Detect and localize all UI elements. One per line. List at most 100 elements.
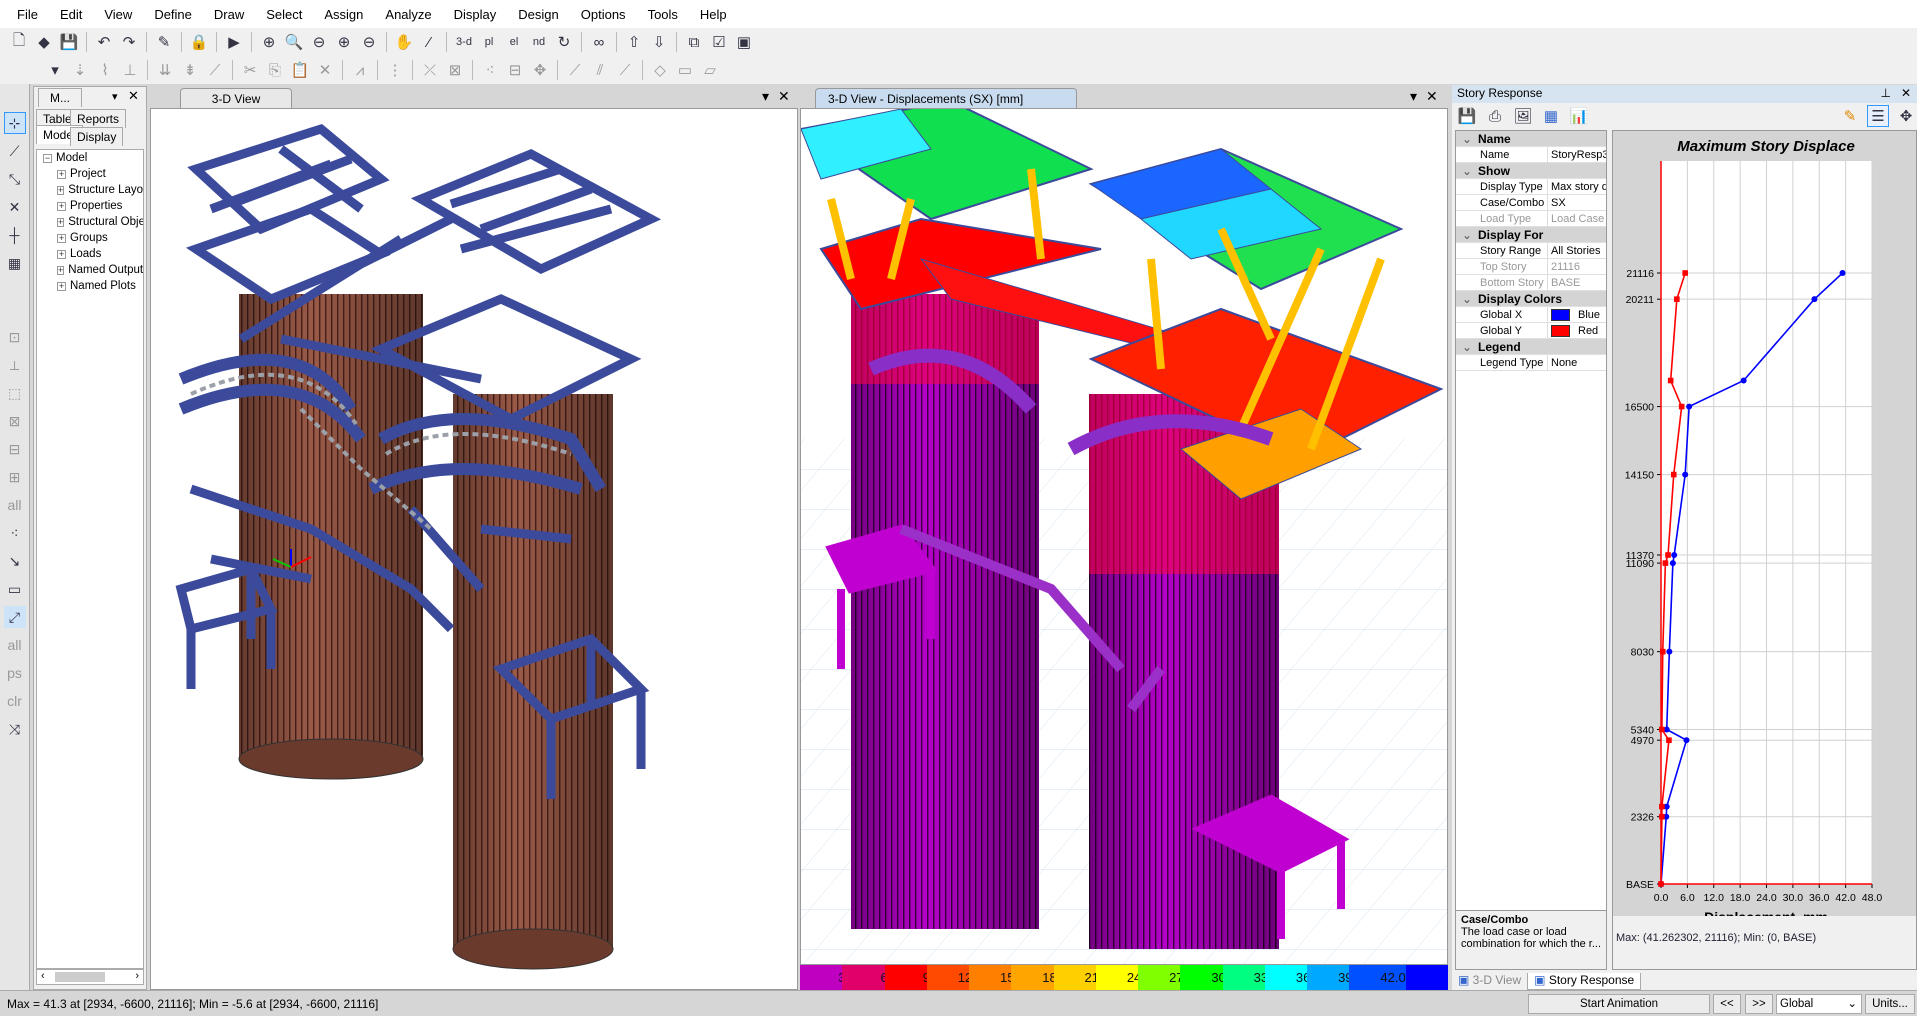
up-icon[interactable]: ⇧	[623, 31, 645, 53]
object-shrink-icon[interactable]: ⧉	[683, 31, 705, 53]
section-header[interactable]: ⌄ Show	[1456, 163, 1606, 179]
elevation-view-icon[interactable]: el	[503, 31, 525, 53]
zoom-out-icon[interactable]: ⊖	[358, 31, 380, 53]
get-all-icon[interactable]: all	[4, 634, 26, 656]
undo-icon[interactable]: ↶	[93, 31, 115, 53]
section-header[interactable]: ⌄ Display Colors	[1456, 291, 1606, 307]
pan-icon[interactable]: ✋	[393, 31, 415, 53]
pencil-icon[interactable]: ✎	[153, 31, 175, 53]
collapse-icon[interactable]: −	[43, 153, 52, 163]
property-value[interactable]: Load Case	[1548, 211, 1606, 226]
expand-icon[interactable]: +	[57, 233, 66, 243]
paste-icon[interactable]: 📋	[289, 59, 311, 81]
property-value[interactable]: 21116	[1548, 259, 1606, 274]
rubber-band-icon[interactable]: ⁄	[418, 31, 440, 53]
frame-load-icon[interactable]: ⇊	[154, 59, 176, 81]
get-ps-icon[interactable]: ps	[4, 662, 26, 684]
select-frame-icon[interactable]: ↘	[4, 550, 26, 572]
replicate-icon[interactable]: ⩘	[349, 59, 371, 81]
chart-icon[interactable]: 📊	[1568, 105, 1590, 127]
coordinate-system-select[interactable]: Global ⌄	[1776, 994, 1862, 1014]
divide-icon[interactable]: ⋮	[384, 59, 406, 81]
tree-icon[interactable]: ☰	[1867, 105, 1889, 127]
menu-edit[interactable]: Edit	[49, 7, 93, 22]
zoom-restore-icon[interactable]: 🔍	[283, 31, 305, 53]
area-icon[interactable]: ◇	[649, 59, 671, 81]
expand-icon[interactable]: +	[57, 281, 66, 291]
close-icon[interactable]: ✕	[128, 88, 139, 104]
pin-icon[interactable]: ⊥	[1881, 86, 1891, 100]
check-icon[interactable]: ☑	[708, 31, 730, 53]
section-header[interactable]: ⌄ Name	[1456, 131, 1606, 147]
select-link-icon[interactable]: ⤢	[3, 606, 26, 628]
dropdown-icon[interactable]: ▾	[1410, 88, 1417, 105]
property-row[interactable]: Name StoryResp3	[1456, 147, 1606, 163]
property-row[interactable]: Bottom Story BASE	[1456, 275, 1606, 291]
menu-options[interactable]: Options	[570, 7, 637, 22]
new-icon[interactable]: 🗋	[8, 31, 30, 53]
tab-3d-view[interactable]: ▣ 3-D View	[1452, 973, 1527, 990]
expand-icon[interactable]: +	[57, 201, 66, 211]
tab-story-response[interactable]: ▣ Story Response	[1527, 973, 1642, 990]
tree-node[interactable]: + Project	[37, 166, 143, 182]
property-value[interactable]: Red	[1548, 323, 1606, 338]
link2-icon[interactable]: ⫽	[589, 59, 611, 81]
section-header[interactable]: ⌄ Display For	[1456, 227, 1606, 243]
property-row[interactable]: Case/Combo SX	[1456, 195, 1606, 211]
property-value[interactable]: Blue	[1548, 307, 1606, 322]
property-value[interactable]: StoryResp3	[1548, 147, 1606, 162]
select-point-icon[interactable]: ⁖	[4, 522, 26, 544]
3d-view-left[interactable]	[150, 108, 798, 990]
menu-help[interactable]: Help	[689, 7, 738, 22]
perspective-icon[interactable]: ∞	[588, 31, 610, 53]
property-value[interactable]: None	[1548, 355, 1606, 370]
zoom-previous-icon[interactable]: ⊖	[308, 31, 330, 53]
dropdown-icon[interactable]: ▾	[112, 90, 118, 103]
print-icon[interactable]: ⎙	[1484, 105, 1506, 127]
property-value[interactable]: All Stories	[1548, 243, 1606, 258]
explorer-tab[interactable]: M...	[38, 88, 82, 107]
select-area-icon[interactable]: ⊟	[4, 438, 26, 460]
move-icon[interactable]: ✥	[529, 59, 551, 81]
lock-icon[interactable]: 🔒	[188, 31, 210, 53]
horizontal-scrollbar[interactable]: ‹ ›	[36, 969, 144, 985]
down-icon[interactable]: ⇩	[648, 31, 670, 53]
units-button[interactable]: Units...	[1865, 994, 1915, 1014]
menu-draw[interactable]: Draw	[203, 7, 255, 22]
extrude-icon[interactable]: ▣	[733, 31, 755, 53]
property-row[interactable]: Top Story 21116	[1456, 259, 1606, 275]
tree-node[interactable]: + Named Outputs	[37, 262, 143, 278]
chevron-down-icon[interactable]: ⌄	[1456, 339, 1478, 354]
dropdown-icon[interactable]: ▾	[44, 59, 66, 81]
menu-design[interactable]: Design	[507, 7, 569, 22]
release-icon[interactable]: ⟋	[204, 59, 226, 81]
property-row[interactable]: Display TypeMax story displacement	[1456, 179, 1606, 195]
pencil-icon[interactable]: ✎	[1839, 105, 1861, 127]
expand-icon[interactable]: +	[57, 217, 65, 227]
tree-node[interactable]: +Structural Objects	[37, 214, 143, 230]
select-shell-icon[interactable]: ▭	[4, 578, 26, 600]
link3-icon[interactable]: ⟋	[614, 59, 636, 81]
3d-view-displacements[interactable]	[798, 99, 1448, 965]
tab-3d-view-displacements[interactable]: 3-D View - Displacements (SX) [mm]	[815, 88, 1077, 108]
scroll-thumb[interactable]	[55, 972, 105, 982]
menu-select[interactable]: Select	[255, 7, 313, 22]
select-window-icon[interactable]: ⬚	[4, 382, 26, 404]
restraint-icon[interactable]: ⊥	[119, 59, 141, 81]
property-row[interactable]: Legend Type None	[1456, 355, 1606, 371]
draw-joint-icon[interactable]: ⟋	[4, 140, 26, 162]
save-icon[interactable]: 💾	[58, 31, 80, 53]
expand-icon[interactable]: +	[57, 249, 66, 259]
tree-node[interactable]: +Structure Layout	[37, 182, 143, 198]
plan-view-icon[interactable]: pl	[478, 31, 500, 53]
redo-icon[interactable]: ↷	[118, 31, 140, 53]
draw-beam-icon[interactable]: ┼	[4, 224, 26, 246]
zoom-window-icon[interactable]: ⊕	[258, 31, 280, 53]
close-icon[interactable]: ✕	[1901, 86, 1911, 100]
show-selection-icon[interactable]: ⤨	[4, 718, 26, 740]
zoom-in-icon[interactable]: ⊕	[333, 31, 355, 53]
tree-node[interactable]: + Groups	[37, 230, 143, 246]
save-icon[interactable]: 💾	[1456, 105, 1478, 127]
previous-button[interactable]: <<	[1713, 994, 1741, 1014]
expand-icon[interactable]: +	[57, 185, 65, 195]
